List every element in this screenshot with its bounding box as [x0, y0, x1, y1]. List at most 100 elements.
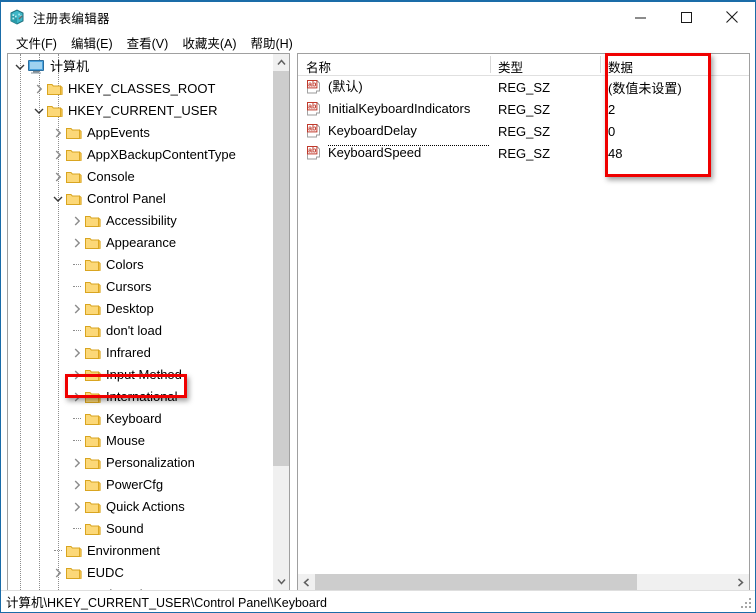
menu-item-file[interactable]: 文件(F)	[9, 31, 64, 55]
folder-icon	[85, 346, 101, 360]
tree-node-[interactable]: 计算机	[8, 56, 273, 78]
chevron-right-icon[interactable]	[50, 144, 66, 166]
column-header-data[interactable]: 数据	[600, 54, 749, 76]
value-name-cell: KeyboardDelay	[328, 123, 417, 138]
chevron-down-icon[interactable]	[50, 188, 66, 210]
tree-node-label: AppEvents	[87, 125, 150, 140]
tree-node-eudc[interactable]: EUDC	[8, 562, 273, 584]
chevron-right-icon[interactable]	[69, 496, 85, 518]
scroll-up-icon[interactable]	[273, 54, 289, 71]
string-value-icon: ab	[306, 101, 322, 117]
computer-icon	[28, 60, 45, 74]
tree-node-environment[interactable]: Environment	[8, 540, 273, 562]
chevron-right-icon[interactable]	[69, 232, 85, 254]
tree-node-hkey-current-user[interactable]: HKEY_CURRENT_USER	[8, 100, 273, 122]
scroll-down-icon[interactable]	[273, 573, 289, 590]
folder-icon	[85, 280, 101, 294]
chevron-down-icon[interactable]	[31, 100, 47, 122]
registry-value-row[interactable]: ab KeyboardSpeed REG_SZ 48	[298, 142, 749, 164]
registry-value-row[interactable]: ab (默认) REG_SZ (数值未设置)	[298, 76, 749, 98]
list-column-headers: 名称 类型 数据	[298, 54, 749, 76]
scroll-left-icon[interactable]	[298, 574, 315, 590]
registry-values-list[interactable]: ab (默认) REG_SZ (数值未设置) ab InitialKeyboardIndi…	[298, 76, 749, 164]
chevron-right-icon[interactable]	[50, 562, 66, 584]
menu-item-view[interactable]: 查看(V)	[120, 31, 176, 55]
tree-node-console[interactable]: Console	[8, 166, 273, 188]
list-horizontal-scrollbar[interactable]	[298, 573, 749, 590]
tree-node-quick-actions[interactable]: Quick Actions	[8, 496, 273, 518]
tree-node-cursors[interactable]: Cursors	[8, 276, 273, 298]
tree-node-sound[interactable]: Sound	[8, 518, 273, 540]
tree-node-label: AppXBackupContentType	[87, 147, 236, 162]
folder-icon	[85, 258, 101, 272]
tree-node-mouse[interactable]: Mouse	[8, 430, 273, 452]
tree-node-personalization[interactable]: Personalization	[8, 452, 273, 474]
registry-value-row[interactable]: ab KeyboardDelay REG_SZ 0	[298, 120, 749, 142]
tree-node-keyboard[interactable]: Keyboard	[8, 408, 273, 430]
list-scrollbar-thumb[interactable]	[315, 574, 637, 590]
chevron-right-icon[interactable]	[50, 166, 66, 188]
tree-node-label: Control Panel	[87, 191, 166, 206]
tree-node-powercfg[interactable]: PowerCfg	[8, 474, 273, 496]
tree-leaf-connector	[50, 540, 66, 562]
chevron-right-icon[interactable]	[50, 122, 66, 144]
folder-icon	[66, 126, 82, 140]
tree-node-international[interactable]: International	[8, 386, 273, 408]
value-type-cell: REG_SZ	[498, 145, 551, 161]
tree-node-input-method[interactable]: Input Method	[8, 364, 273, 386]
svg-text:ab: ab	[308, 82, 316, 89]
tree-node-appxbackupcontenttype[interactable]: AppXBackupContentType	[8, 144, 273, 166]
title-bar: 注册表编辑器	[1, 2, 755, 32]
tree-node-control-panel[interactable]: Control Panel	[8, 188, 273, 210]
tree-node-accessibility[interactable]: Accessibility	[8, 210, 273, 232]
chevron-down-icon[interactable]	[12, 56, 28, 78]
folder-icon	[85, 214, 101, 228]
menu-item-edit[interactable]: 编辑(E)	[64, 31, 120, 55]
chevron-right-icon[interactable]	[31, 78, 47, 100]
tree-node-don-t-load[interactable]: don't load	[8, 320, 273, 342]
tree-node-desktop[interactable]: Desktop	[8, 298, 273, 320]
value-name-cell: InitialKeyboardIndicators	[328, 101, 471, 116]
tree-node-label: PowerCfg	[106, 477, 164, 492]
tree-node-label: Personalization	[106, 455, 195, 470]
folder-icon	[66, 148, 82, 162]
chevron-right-icon[interactable]	[69, 364, 85, 386]
tree-vertical-scrollbar[interactable]	[272, 54, 289, 590]
tree-node-infrared[interactable]: Infrared	[8, 342, 273, 364]
maximize-button[interactable]	[663, 2, 709, 32]
column-header-name[interactable]: 名称	[298, 54, 490, 76]
resize-grip[interactable]	[741, 598, 753, 610]
folder-icon	[85, 302, 101, 316]
tree-leaf-connector	[69, 518, 85, 540]
minimize-button[interactable]	[617, 2, 663, 32]
tree-node-appevents[interactable]: AppEvents	[8, 122, 273, 144]
tree-node-label: International	[106, 389, 178, 404]
tree-node-label: Mouse	[106, 433, 146, 448]
chevron-right-icon[interactable]	[69, 452, 85, 474]
chevron-right-icon[interactable]	[69, 298, 85, 320]
tree-node-appearance[interactable]: Appearance	[8, 232, 273, 254]
chevron-right-icon[interactable]	[69, 210, 85, 232]
tree-node-colors[interactable]: Colors	[8, 254, 273, 276]
tree-node-label: Colors	[106, 257, 144, 272]
menu-bar: 文件(F) 编辑(E) 查看(V) 收藏夹(A) 帮助(H)	[1, 32, 755, 53]
menu-item-favorites[interactable]: 收藏夹(A)	[175, 31, 243, 55]
folder-icon	[85, 324, 101, 338]
tree-scrollbar-thumb[interactable]	[273, 71, 289, 466]
folder-icon	[85, 478, 101, 492]
tree-node-hkey-classes-root[interactable]: HKEY_CLASSES_ROOT	[8, 78, 273, 100]
folder-icon	[85, 412, 101, 426]
folder-icon	[85, 522, 101, 536]
scroll-right-icon[interactable]	[732, 574, 749, 590]
close-button[interactable]	[709, 2, 755, 32]
registry-value-row[interactable]: ab InitialKeyboardIndicators REG_SZ 2	[298, 98, 749, 120]
menu-item-help[interactable]: 帮助(H)	[243, 31, 299, 55]
column-header-type[interactable]: 类型	[490, 54, 600, 76]
chevron-right-icon[interactable]	[69, 342, 85, 364]
registry-tree[interactable]: 计算机 HKEY_CLASSES_ROOT HKEY_CURRENT_USER App…	[8, 54, 273, 590]
tree-node-label: HKEY_CURRENT_USER	[68, 103, 218, 118]
chevron-right-icon[interactable]	[69, 386, 85, 408]
tree-node-label: Infrared	[106, 345, 151, 360]
tree-node-label: Desktop	[106, 301, 154, 316]
chevron-right-icon[interactable]	[69, 474, 85, 496]
